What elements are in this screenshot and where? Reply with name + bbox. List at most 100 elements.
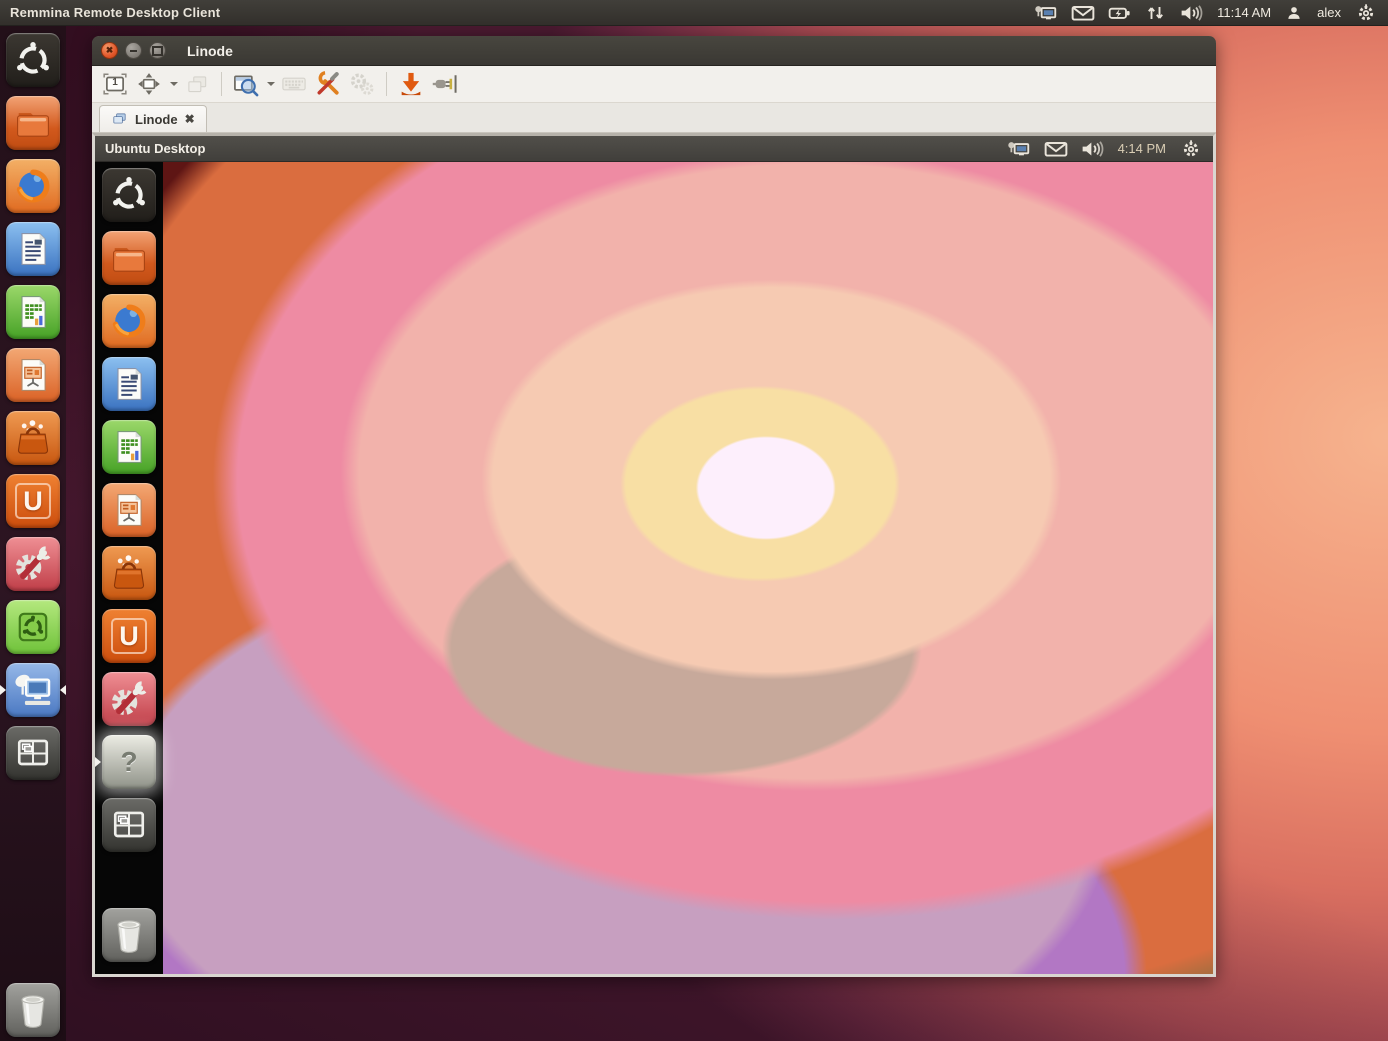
launcher-item-libreoffice-calc[interactable] bbox=[0, 285, 66, 339]
window-minimize-button[interactable] bbox=[125, 42, 142, 59]
scaled-mode-dropdown-caret[interactable] bbox=[267, 82, 275, 86]
toolbar-separator bbox=[221, 72, 222, 96]
window-close-button[interactable]: ✖ bbox=[101, 42, 118, 59]
launcher-item-remmina[interactable] bbox=[0, 663, 66, 717]
launcher-item-libreoffice-calc[interactable] bbox=[95, 420, 163, 474]
unknown-window-icon: ? bbox=[102, 735, 156, 789]
launcher-item-trash[interactable] bbox=[0, 983, 66, 1037]
fit-window-button[interactable] bbox=[134, 69, 164, 99]
launcher-item-software-center[interactable] bbox=[95, 546, 163, 600]
home-folder-icon bbox=[102, 231, 156, 285]
launcher-item-ubuntu-dash[interactable] bbox=[95, 168, 163, 222]
remote-desktop-screen[interactable]: Ubuntu Desktop 4:14 PM U bbox=[95, 136, 1213, 974]
launcher-item-system-settings[interactable] bbox=[95, 672, 163, 726]
messaging-menu-icon[interactable] bbox=[1071, 4, 1095, 22]
sound-indicator-icon[interactable] bbox=[1081, 140, 1105, 158]
host-top-panel: Remmina Remote Desktop Client 11:14 AM a… bbox=[0, 0, 1388, 26]
ubuntu-one-letter: U bbox=[23, 488, 43, 515]
trash-icon bbox=[6, 983, 60, 1037]
workspace-switcher-icon bbox=[6, 726, 60, 780]
libreoffice-impress-icon bbox=[6, 348, 60, 402]
remote-panel-title: Ubuntu Desktop bbox=[95, 141, 205, 156]
screenshot-button[interactable] bbox=[396, 69, 426, 99]
remote-unity-launcher: U ? bbox=[95, 162, 163, 974]
software-updater-icon bbox=[6, 600, 60, 654]
preferences-tools-button[interactable] bbox=[313, 69, 343, 99]
launcher-item-home-folder[interactable] bbox=[0, 96, 66, 150]
launcher-item-libreoffice-impress[interactable] bbox=[95, 483, 163, 537]
launcher-item-system-settings[interactable] bbox=[0, 537, 66, 591]
battery-indicator-icon[interactable] bbox=[1108, 4, 1132, 22]
workspace-switcher-icon bbox=[102, 798, 156, 852]
remote-top-panel: Ubuntu Desktop 4:14 PM bbox=[95, 136, 1213, 162]
launcher-item-libreoffice-impress[interactable] bbox=[0, 348, 66, 402]
launcher-item-libreoffice-writer[interactable] bbox=[0, 222, 66, 276]
launcher-item-ubuntu-dash[interactable] bbox=[0, 33, 66, 87]
remote-clock[interactable]: 4:14 PM bbox=[1118, 141, 1166, 156]
remote-view-frame: Ubuntu Desktop 4:14 PM U bbox=[92, 133, 1216, 977]
launcher-item-firefox[interactable] bbox=[0, 159, 66, 213]
host-clock[interactable]: 11:14 AM bbox=[1217, 5, 1271, 20]
disconnect-button[interactable] bbox=[430, 69, 460, 99]
system-settings-icon bbox=[102, 672, 156, 726]
ubuntu-one-icon: U bbox=[102, 609, 156, 663]
launcher-item-workspace-switcher[interactable] bbox=[0, 726, 66, 780]
system-settings-icon bbox=[6, 537, 60, 591]
software-center-icon bbox=[6, 411, 60, 465]
user-icon[interactable] bbox=[1284, 4, 1304, 22]
libreoffice-calc-icon bbox=[6, 285, 60, 339]
connection-tabbar: Linode ✖ bbox=[92, 103, 1216, 133]
window-maximize-button[interactable] bbox=[149, 42, 166, 59]
software-center-icon bbox=[102, 546, 156, 600]
plugins-button bbox=[347, 69, 377, 99]
launcher-item-workspace-switcher[interactable] bbox=[95, 798, 163, 852]
username-label[interactable]: alex bbox=[1317, 5, 1341, 20]
launcher-item-unknown-window[interactable]: ? bbox=[95, 735, 163, 789]
launcher-item-home-folder[interactable] bbox=[95, 231, 163, 285]
running-indicator-arrow bbox=[0, 685, 6, 695]
remmina-window: ✖ Linode 1 Linode ✖ Ubuntu Deskt bbox=[92, 36, 1216, 977]
launcher-item-firefox[interactable] bbox=[95, 294, 163, 348]
host-tray: 11:14 AM alex bbox=[1034, 3, 1388, 22]
launcher-item-trash[interactable] bbox=[95, 908, 163, 962]
toggle-fullscreen-button[interactable]: 1 bbox=[100, 69, 130, 99]
scaled-mode-button[interactable] bbox=[231, 69, 261, 99]
tab-label: Linode bbox=[135, 112, 178, 127]
remote-desktop-indicator-icon[interactable] bbox=[1034, 4, 1058, 22]
remote-desktop-indicator-icon[interactable] bbox=[1007, 140, 1031, 158]
session-gear-icon[interactable] bbox=[1354, 3, 1378, 22]
duplicate-connection-button bbox=[182, 69, 212, 99]
launcher-item-libreoffice-writer[interactable] bbox=[95, 357, 163, 411]
fit-window-dropdown-caret[interactable] bbox=[170, 82, 178, 86]
libreoffice-impress-icon bbox=[102, 483, 156, 537]
focused-indicator-arrow bbox=[95, 757, 101, 767]
firefox-icon bbox=[6, 159, 60, 213]
grab-keyboard-button bbox=[279, 69, 309, 99]
remmina-toolbar: 1 bbox=[92, 66, 1216, 103]
focused-indicator-arrow bbox=[60, 685, 66, 695]
remmina-icon bbox=[6, 663, 60, 717]
trash-icon bbox=[102, 908, 156, 962]
libreoffice-writer-icon bbox=[6, 222, 60, 276]
launcher-item-ubuntu-one[interactable]: U bbox=[0, 474, 66, 528]
home-folder-icon bbox=[6, 96, 60, 150]
tab-window-icon bbox=[111, 111, 128, 128]
toolbar-separator bbox=[386, 72, 387, 96]
window-titlebar[interactable]: ✖ Linode bbox=[92, 36, 1216, 66]
network-sync-indicator-icon[interactable] bbox=[1145, 4, 1167, 22]
ubuntu-one-icon: U bbox=[6, 474, 60, 528]
launcher-item-software-updater[interactable] bbox=[0, 600, 66, 654]
window-title: Linode bbox=[187, 43, 233, 59]
session-gear-icon[interactable] bbox=[1179, 139, 1203, 158]
launcher-item-software-center[interactable] bbox=[0, 411, 66, 465]
firefox-icon bbox=[102, 294, 156, 348]
messaging-menu-icon[interactable] bbox=[1044, 140, 1068, 158]
sound-indicator-icon[interactable] bbox=[1180, 4, 1204, 22]
tab-close-icon[interactable]: ✖ bbox=[185, 113, 195, 125]
libreoffice-writer-icon bbox=[102, 357, 156, 411]
host-panel-app-title: Remmina Remote Desktop Client bbox=[0, 5, 220, 20]
host-desktop: { "host_panel": { "title": "Remmina Remo… bbox=[0, 0, 1388, 1041]
tab-linode[interactable]: Linode ✖ bbox=[99, 105, 207, 132]
question-mark-glyph: ? bbox=[120, 748, 137, 776]
launcher-item-ubuntu-one[interactable]: U bbox=[95, 609, 163, 663]
